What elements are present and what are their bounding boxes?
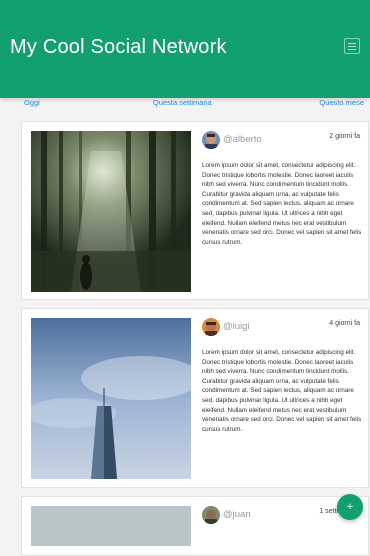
avatar[interactable]	[202, 318, 220, 336]
post-text: Lorem ipsum dolor sit amet, consectetur …	[202, 349, 362, 433]
app-header: My Cool Social Network	[0, 0, 370, 98]
avatar[interactable]	[202, 506, 220, 524]
add-post-button[interactable]: +	[337, 494, 363, 520]
post-card[interactable]: @juan 1 setti	[21, 496, 369, 556]
post-time: 4 giorni fa	[329, 320, 360, 327]
post-card[interactable]: @alberto 2 giorni fa Lorem ipsum dolor s…	[21, 121, 369, 300]
post-username[interactable]: @luigi	[223, 321, 250, 332]
forest-photo[interactable]	[31, 131, 191, 292]
post-time: 1 setti	[319, 508, 338, 515]
hamburger-icon[interactable]	[344, 38, 360, 54]
tab-questo-mese[interactable]: Questo mese	[319, 98, 364, 107]
tab-questa-settimana[interactable]: Questa settimana	[153, 98, 212, 107]
skyscraper-photo[interactable]	[31, 318, 191, 479]
plus-icon: +	[346, 501, 354, 513]
tab-oggi[interactable]: Oggi	[24, 98, 40, 107]
post-photo[interactable]	[31, 506, 191, 546]
post-card[interactable]: @luigi 4 giorni fa Lorem ipsum dolor sit…	[21, 308, 369, 488]
post-time: 2 giorni fa	[329, 133, 360, 140]
time-filter-tabs: Oggi Questa settimana Questo mese	[0, 98, 370, 120]
app-title: My Cool Social Network	[10, 36, 227, 58]
post-text: Lorem ipsum dolor sit amet, consectetur …	[202, 162, 362, 246]
avatar[interactable]	[202, 131, 220, 149]
post-username[interactable]: @juan	[223, 509, 251, 520]
post-username[interactable]: @alberto	[223, 134, 262, 145]
